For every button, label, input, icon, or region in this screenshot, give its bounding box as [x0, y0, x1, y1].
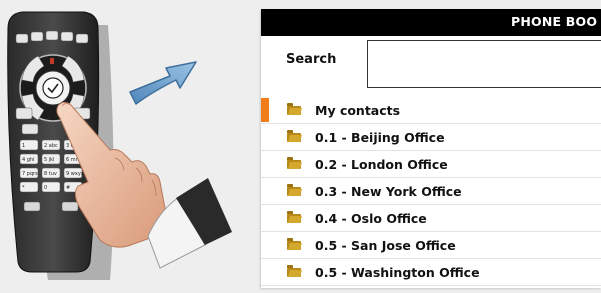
phonebook-header: PHONE BOO — [261, 9, 601, 36]
remote-key-label: 7 pqrs — [22, 171, 38, 177]
remote-key-label: 9 wxyz — [66, 171, 84, 177]
folder-icon — [287, 130, 301, 142]
list-item-label: 0.3 - New York Office — [315, 184, 462, 199]
selection-indicator — [261, 98, 269, 122]
ok-icon — [42, 77, 64, 99]
folder-icon — [287, 211, 301, 223]
search-input[interactable] — [367, 40, 601, 88]
list-item-new-york-office[interactable]: 0.3 - New York Office — [261, 178, 601, 205]
list-item-san-jose-office[interactable]: 0.5 - San Jose Office — [261, 232, 601, 259]
folder-icon — [287, 184, 301, 196]
phonebook-list: My contacts 0.1 - Beijing Office 0.2 - L… — [261, 97, 601, 286]
remote-key-label: 5 jkl — [44, 157, 54, 163]
list-item-london-office[interactable]: 0.2 - London Office — [261, 151, 601, 178]
list-item-oslo-office[interactable]: 0.4 - Oslo Office — [261, 205, 601, 232]
folder-icon — [287, 238, 301, 250]
folder-icon — [287, 265, 301, 277]
folder-icon — [287, 157, 301, 169]
list-item-label: My contacts — [315, 103, 401, 118]
remote-key-label: # — [66, 185, 70, 191]
remote-key-label: 1 — [22, 143, 25, 149]
remote-key-label: 2 abc — [44, 143, 58, 149]
folder-icon — [287, 103, 301, 115]
phonebook-title: PHONE BOO — [511, 14, 598, 29]
list-item-label: 0.5 - Washington Office — [315, 265, 480, 280]
remote-key-label: 0 — [44, 185, 47, 191]
arrow-icon — [129, 61, 197, 105]
list-item-label: 0.5 - San Jose Office — [315, 238, 456, 253]
remote-key-label: 4 ghi — [22, 157, 35, 163]
list-item-my-contacts[interactable]: My contacts — [261, 97, 601, 124]
list-item-label: 0.2 - London Office — [315, 157, 448, 172]
search-label: Search — [286, 52, 337, 67]
list-item-label: 0.4 - Oslo Office — [315, 211, 427, 226]
list-item-label: 0.1 - Beijing Office — [315, 130, 445, 145]
remote-key-label: 8 tuv — [44, 171, 57, 177]
list-item-beijing-office[interactable]: 0.1 - Beijing Office — [261, 124, 601, 151]
phonebook-panel: PHONE BOO Search My contacts 0.1 - Beiji… — [261, 9, 601, 288]
list-item-washington-office[interactable]: 0.5 - Washington Office — [261, 259, 601, 286]
